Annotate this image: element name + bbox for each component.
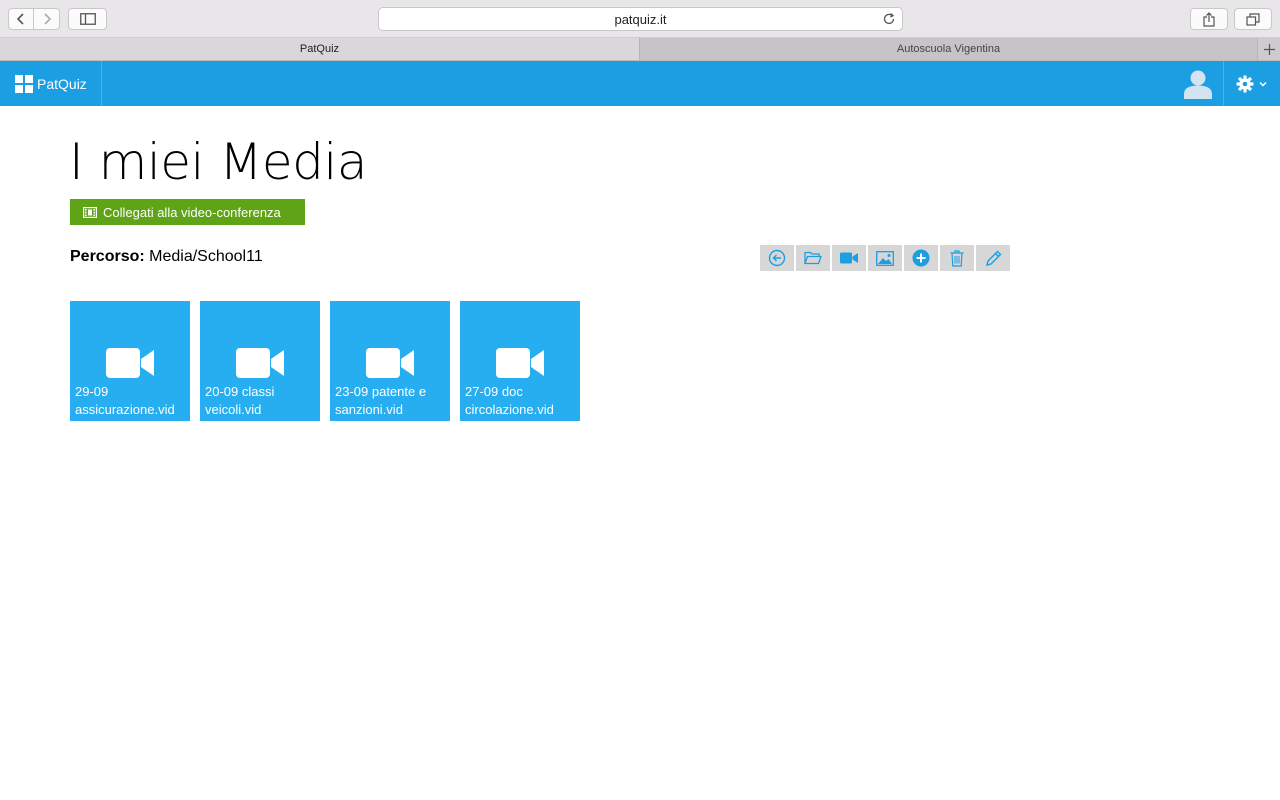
media-name: 27-09 doc circolazione.vid	[465, 384, 554, 417]
tab-patquiz[interactable]: PatQuiz	[0, 38, 640, 60]
tabs-overview-button[interactable]	[1234, 8, 1272, 30]
gear-icon	[1236, 75, 1254, 92]
video-camera-icon	[496, 348, 544, 378]
brand-link[interactable]: PatQuiz	[0, 61, 102, 106]
share-button[interactable]	[1190, 8, 1228, 30]
sidebar-toggle-button[interactable]	[68, 8, 107, 30]
video-camera-icon	[366, 348, 414, 378]
plus-icon	[1263, 43, 1275, 55]
video-camera-icon	[236, 348, 284, 378]
chevron-left-icon	[16, 13, 24, 25]
video-conference-button[interactable]: Collegati alla video-conferenza	[70, 199, 305, 225]
media-tile[interactable]: 27-09 doc circolazione.vid	[460, 301, 580, 421]
forward-button[interactable]	[34, 8, 60, 30]
chevron-right-icon	[43, 13, 51, 25]
add-circle-icon	[912, 249, 930, 267]
trash-icon	[950, 249, 964, 267]
folder-icon	[804, 251, 822, 265]
user-avatar-icon	[1183, 70, 1212, 99]
grid-icon	[15, 74, 33, 93]
video-camera-icon	[840, 252, 858, 264]
back-button[interactable]	[8, 8, 34, 30]
path-label: Percorso:	[70, 248, 145, 265]
add-image-button[interactable]	[868, 245, 902, 271]
sidebar-icon	[79, 13, 96, 25]
media-name: 23-09 patente e sanzioni.vid	[335, 384, 427, 417]
delete-button[interactable]	[940, 245, 974, 271]
video-camera-icon	[106, 348, 154, 378]
image-icon	[876, 250, 894, 266]
history-nav	[8, 8, 60, 30]
media-name: 29-09 assicurazione.vid	[75, 384, 175, 417]
media-tile[interactable]: 29-09 assicurazione.vid	[70, 301, 190, 421]
media-tile[interactable]: 23-09 patente e sanzioni.vid	[330, 301, 450, 421]
browser-toolbar: patquiz.it	[0, 0, 1280, 38]
video-conference-label: Collegati alla video-conferenza	[103, 204, 281, 220]
app-header: PatQuiz	[0, 61, 1280, 106]
media-grid: 29-09 assicurazione.vid 20-09 classi vei…	[70, 301, 590, 421]
page-title: I miei Media	[69, 133, 367, 191]
breadcrumb: Percorso: Media/School11	[70, 247, 263, 267]
new-tab-button[interactable]	[1257, 38, 1280, 60]
url-text: patquiz.it	[614, 11, 667, 27]
back-folder-button[interactable]	[760, 245, 794, 271]
address-bar[interactable]: patquiz.it	[378, 7, 903, 31]
media-actions-toolbar	[760, 245, 1012, 271]
pencil-icon	[985, 250, 1001, 266]
media-name: 20-09 classi veicoli.vid	[205, 384, 275, 417]
path-value: Media/School11	[149, 248, 263, 265]
add-button[interactable]	[904, 245, 938, 271]
reload-icon	[883, 13, 895, 25]
media-tile[interactable]: 20-09 classi veicoli.vid	[200, 301, 320, 421]
add-video-button[interactable]	[832, 245, 866, 271]
browser-tabs: PatQuiz Autoscuola Vigentina	[0, 38, 1280, 61]
open-folder-button[interactable]	[796, 245, 830, 271]
brand-name: PatQuiz	[37, 75, 87, 92]
tab-autoscuola-vigentina[interactable]: Autoscuola Vigentina	[640, 38, 1257, 60]
film-icon	[83, 206, 97, 218]
user-menu-button[interactable]	[1172, 61, 1224, 106]
tabs-icon	[1246, 12, 1260, 26]
reload-button[interactable]	[882, 12, 896, 29]
chevron-down-icon	[1259, 81, 1267, 87]
settings-menu-button[interactable]	[1224, 61, 1280, 106]
share-icon	[1203, 11, 1215, 27]
edit-button[interactable]	[976, 245, 1010, 271]
back-arrow-icon	[768, 249, 786, 267]
